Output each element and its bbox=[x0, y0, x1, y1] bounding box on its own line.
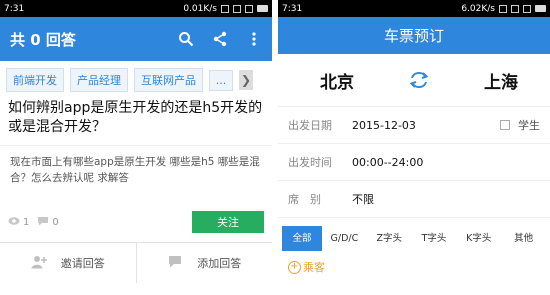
tag-list: 前端开发 产品经理 互联网产品 ... ❯ bbox=[0, 61, 272, 95]
seat-label: 席 别 bbox=[288, 193, 321, 206]
signal-icon bbox=[245, 4, 253, 13]
more-menu-icon[interactable] bbox=[246, 31, 262, 47]
status-bar: 7:31 6.02K/s bbox=[278, 0, 550, 17]
answer-actions: 邀请回答 添加回答 bbox=[0, 242, 272, 283]
invite-answer-button[interactable]: 邀请回答 bbox=[0, 243, 136, 283]
follow-button[interactable]: 关注 bbox=[192, 211, 264, 233]
tab-other[interactable]: 其他 bbox=[501, 226, 546, 251]
tag-item[interactable]: 互联网产品 bbox=[134, 68, 203, 92]
signal-icon bbox=[523, 4, 531, 13]
mute-icon bbox=[499, 4, 507, 13]
views-stat: 1 bbox=[8, 216, 29, 229]
battery-icon bbox=[535, 5, 546, 12]
student-option[interactable]: 学生 bbox=[500, 117, 540, 133]
tab-all[interactable]: 全部 bbox=[282, 226, 322, 251]
swap-icon[interactable] bbox=[408, 71, 430, 89]
question-stats: 1 0 关注 bbox=[0, 202, 272, 242]
time-row[interactable]: 出发时间 00:00--24:00 bbox=[278, 144, 550, 181]
wifi-icon bbox=[511, 4, 519, 13]
page-title: 共 0 回答 bbox=[10, 30, 76, 49]
search-icon[interactable] bbox=[178, 31, 194, 47]
app-bar: 共 0 回答 bbox=[0, 17, 272, 61]
date-row[interactable]: 出发日期 2015-12-03 学生 bbox=[278, 107, 550, 144]
add-answer-button[interactable]: 添加回答 bbox=[135, 243, 273, 283]
comments-count: 0 bbox=[52, 216, 59, 228]
to-city[interactable]: 上海 bbox=[484, 68, 518, 93]
seat-value[interactable]: 不限 bbox=[352, 191, 374, 207]
views-count: 1 bbox=[23, 216, 30, 228]
status-bar: 7:31 0.01K/s bbox=[0, 0, 272, 17]
network-speed: 0.01K/s bbox=[183, 3, 217, 14]
route-selector: 北京 上海 bbox=[278, 54, 550, 107]
wifi-icon bbox=[233, 4, 241, 13]
student-checkbox[interactable] bbox=[500, 120, 510, 130]
time-label: 出发时间 bbox=[288, 156, 332, 169]
tab-k[interactable]: K字头 bbox=[456, 226, 501, 251]
question-body: 现在市面上有哪些app是原生开发 哪些是h5 哪些是混合？怎么去辨认呢 求解答 bbox=[10, 156, 260, 184]
comments-stat: 0 bbox=[37, 216, 59, 229]
network-speed: 6.02K/s bbox=[461, 3, 495, 14]
battery-icon bbox=[257, 5, 268, 12]
chat-bubble-icon bbox=[167, 255, 183, 272]
tag-item[interactable]: 前端开发 bbox=[6, 68, 64, 92]
date-value[interactable]: 2015-12-03 bbox=[352, 119, 416, 132]
tab-z[interactable]: Z字头 bbox=[367, 226, 412, 251]
from-city[interactable]: 北京 bbox=[320, 68, 354, 93]
mute-icon bbox=[221, 4, 229, 13]
status-time: 7:31 bbox=[282, 3, 303, 14]
chevron-right-icon[interactable]: ❯ bbox=[239, 70, 253, 90]
add-answer-label: 添加回答 bbox=[197, 257, 242, 270]
share-icon[interactable] bbox=[212, 31, 228, 47]
right-screen: 7:31 6.02K/s 车票预订 北京 上海 出发日期 2015-12-03 … bbox=[278, 0, 550, 295]
train-type-tabs: 全部 G/D/C Z字头 T字头 K字头 其他 bbox=[282, 226, 546, 251]
tab-gdc[interactable]: G/D/C bbox=[322, 226, 367, 251]
tab-t[interactable]: T字头 bbox=[412, 226, 457, 251]
seat-row[interactable]: 席 别 不限 bbox=[278, 181, 550, 218]
comment-icon bbox=[37, 216, 49, 229]
add-user-icon bbox=[31, 255, 47, 272]
status-time: 7:31 bbox=[4, 3, 25, 14]
eye-icon bbox=[8, 216, 20, 229]
date-label: 出发日期 bbox=[288, 119, 332, 132]
add-passenger-button[interactable]: + 乘客 bbox=[278, 251, 550, 283]
left-screen: 7:31 0.01K/s 共 0 回答 前端开发 产品经理 互联网产品 ... bbox=[0, 0, 272, 295]
tag-more[interactable]: ... bbox=[209, 69, 233, 91]
question-title: 如何辨别app是原生开发的还是h5开发的 或是混合开发？ bbox=[0, 95, 272, 146]
invite-answer-label: 邀请回答 bbox=[60, 257, 105, 270]
page-title: 车票预订 bbox=[278, 17, 550, 54]
passenger-label: 乘客 bbox=[303, 261, 325, 274]
time-value[interactable]: 00:00--24:00 bbox=[352, 156, 423, 169]
plus-circle-icon: + bbox=[288, 260, 301, 274]
student-label: 学生 bbox=[518, 119, 540, 132]
tag-item[interactable]: 产品经理 bbox=[70, 68, 128, 92]
